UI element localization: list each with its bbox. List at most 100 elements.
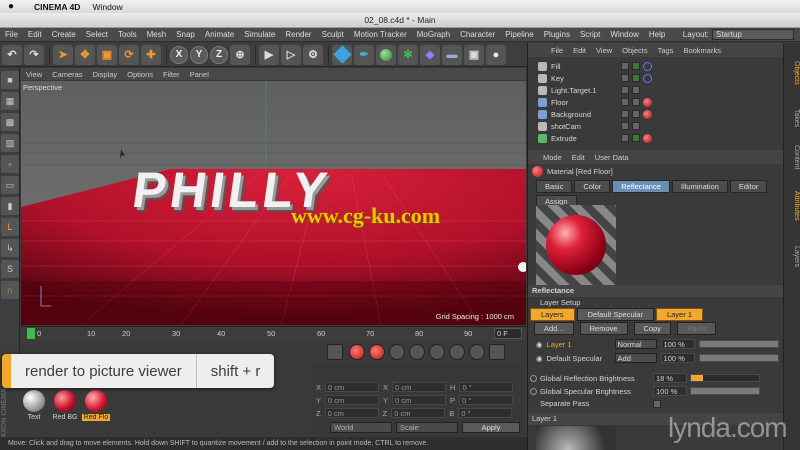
brightness-row[interactable]: Global Specular Brightness 100 % — [530, 386, 760, 396]
viewport-menu-cameras[interactable]: Cameras — [47, 70, 87, 79]
workplane-icon[interactable]: ▨ — [1, 134, 19, 152]
object-row[interactable]: Key — [538, 72, 783, 84]
cloner-icon[interactable]: ✼ — [398, 44, 418, 65]
paste-layer-button[interactable]: Paste — [677, 322, 717, 335]
viewport-menu-filter[interactable]: Filter — [158, 70, 185, 79]
layer-blend-mode-select[interactable]: Normal — [614, 339, 657, 349]
position-z-field[interactable]: 0 cm — [324, 408, 379, 418]
move-tool-icon[interactable]: ✥ — [75, 44, 95, 65]
enable-toggle[interactable] — [632, 98, 640, 106]
objects-menu-objects[interactable]: Objects — [617, 46, 652, 55]
target-tag-icon[interactable] — [643, 73, 652, 83]
visibility-toggle[interactable] — [621, 122, 629, 130]
brightness-slider[interactable] — [690, 374, 760, 382]
side-tab-attributes[interactable]: Attributes — [786, 181, 800, 231]
menu-file[interactable]: File — [0, 30, 23, 39]
layer-tab-layers[interactable]: Layers — [530, 308, 575, 321]
visibility-toggle[interactable] — [621, 74, 629, 82]
attributes-menu-user-data[interactable]: User Data — [590, 153, 634, 162]
size-x-field[interactable]: 0 cm — [392, 382, 447, 392]
visibility-toggle[interactable] — [621, 98, 629, 106]
viewport-menu-view[interactable]: View — [21, 70, 47, 79]
layer-opacity-field[interactable]: 100 % — [660, 353, 695, 363]
z-axis-lock[interactable]: Z — [210, 45, 228, 64]
object-row[interactable]: Floor — [538, 96, 783, 108]
apply-button[interactable]: Apply — [462, 422, 520, 433]
enable-toggle[interactable] — [632, 86, 640, 94]
light-icon[interactable]: ● — [486, 44, 506, 65]
size-y-field[interactable]: 0 cm — [392, 395, 447, 405]
menu-tools[interactable]: Tools — [113, 30, 142, 39]
enable-toggle[interactable] — [632, 74, 640, 82]
menu-create[interactable]: Create — [47, 30, 81, 39]
position-key-icon[interactable] — [409, 344, 425, 360]
layer-row[interactable]: ◉ Layer 1 Normal 100 % — [536, 339, 779, 349]
object-row[interactable]: Fill — [538, 60, 783, 72]
eye-icon[interactable]: ◉ — [536, 354, 543, 363]
add-layer-button[interactable]: Add... — [534, 322, 574, 335]
animate-radio[interactable] — [530, 374, 537, 382]
side-tab-content[interactable]: Content — [786, 139, 800, 175]
layer-row[interactable]: ◉ Default Specular Add 100 % — [536, 353, 779, 363]
menu-mograph[interactable]: MoGraph — [412, 30, 455, 39]
app-menu[interactable]: CINEMA 4D — [34, 2, 80, 12]
objects-menu-tags[interactable]: Tags — [653, 46, 679, 55]
menu-script[interactable]: Script — [575, 30, 605, 39]
material-swatch-selected[interactable]: Red Flo — [82, 390, 110, 421]
coord-space-select[interactable]: World — [330, 422, 392, 433]
x-axis-lock[interactable]: X — [170, 45, 188, 64]
rotation-h-field[interactable]: 0 ° — [459, 382, 514, 392]
material-swatch[interactable]: Text — [20, 390, 48, 421]
magnet-icon[interactable]: ∩ — [1, 281, 19, 299]
playhead-marker[interactable] — [27, 328, 35, 339]
separate-pass-checkbox[interactable] — [653, 399, 661, 408]
tab-illumination[interactable]: Illumination — [671, 180, 728, 193]
menu-simulate[interactable]: Simulate — [239, 30, 280, 39]
rotation-p-field[interactable]: 0 ° — [459, 395, 514, 405]
rotation-key-icon[interactable] — [449, 344, 465, 360]
apple-icon[interactable]: ● — [8, 1, 22, 12]
layer-tab-default-specular[interactable]: Default Specular — [576, 308, 654, 321]
object-row[interactable]: Extrude — [538, 132, 783, 144]
render-settings-icon[interactable]: ⚙ — [303, 44, 323, 65]
coordinate-system-icon[interactable]: ⊕ — [230, 44, 250, 65]
visibility-toggle[interactable] — [621, 86, 629, 94]
position-y-field[interactable]: 0 cm — [325, 395, 380, 405]
enable-toggle[interactable] — [632, 62, 640, 70]
render-picture-viewer-icon[interactable]: ▷ — [281, 44, 301, 65]
side-tab-objects[interactable]: Objects — [786, 49, 800, 97]
menu-render[interactable]: Render — [280, 30, 316, 39]
rotate-tool-icon[interactable]: ⟳ — [119, 44, 139, 65]
menu-animate[interactable]: Animate — [200, 30, 239, 39]
y-axis-lock[interactable]: Y — [190, 45, 208, 64]
layer-opacity-slider[interactable] — [698, 354, 779, 362]
layer-tab-layer-1[interactable]: Layer 1 — [655, 308, 703, 321]
undo-icon[interactable]: ↶ — [2, 44, 22, 65]
menu-motion-tracker[interactable]: Motion Tracker — [349, 30, 412, 39]
param-key-icon[interactable] — [469, 344, 485, 360]
material-tag-icon[interactable] — [643, 109, 652, 119]
record-active-icon[interactable] — [349, 344, 365, 360]
menu-edit[interactable]: Edit — [23, 30, 47, 39]
keyframe-selection-icon[interactable] — [389, 344, 405, 360]
viewport-menu-display[interactable]: Display — [88, 70, 123, 79]
current-frame-field[interactable]: 0 F — [494, 328, 522, 339]
separate-pass-row[interactable]: Separate Pass — [540, 399, 661, 408]
object-row[interactable]: Background — [538, 108, 783, 120]
coord-size-mode-select[interactable]: Scale — [396, 422, 458, 433]
tab-color[interactable]: Color — [574, 180, 611, 193]
visibility-toggle[interactable] — [621, 110, 629, 118]
point-level-icon[interactable] — [489, 344, 505, 360]
material-tag-icon[interactable] — [643, 97, 652, 107]
menu-mesh[interactable]: Mesh — [142, 30, 172, 39]
scale-tool-icon[interactable]: ▣ — [97, 44, 117, 65]
brightness-row[interactable]: Global Reflection Brightness 18 % — [530, 373, 760, 383]
tab-basic[interactable]: Basic — [536, 180, 573, 193]
scale-key-icon[interactable] — [429, 344, 445, 360]
menu-select[interactable]: Select — [81, 30, 113, 39]
autokey-icon[interactable] — [369, 344, 385, 360]
visibility-toggle[interactable] — [621, 134, 629, 142]
polygons-mode-icon[interactable]: ▮ — [1, 197, 19, 215]
window-menu[interactable]: Window — [92, 2, 122, 12]
objects-menu-edit[interactable]: Edit — [568, 46, 591, 55]
